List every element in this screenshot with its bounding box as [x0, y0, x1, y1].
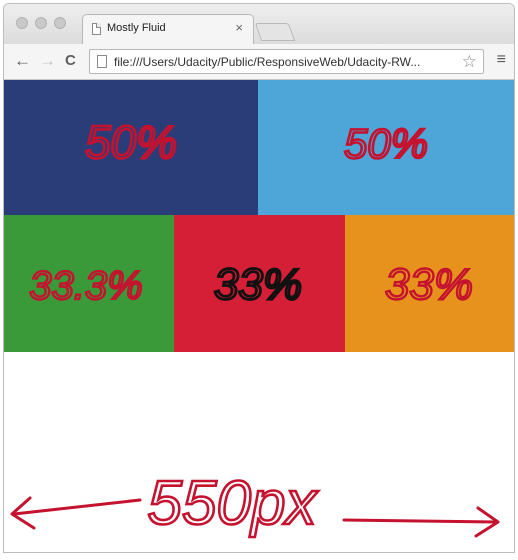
- annotation-text: 550px: [148, 469, 319, 538]
- page-icon: [97, 55, 107, 68]
- forward-arrow-icon[interactable]: →: [39, 51, 56, 71]
- handwritten-label: 33%: [384, 259, 474, 310]
- handwritten-label: 50%: [343, 119, 430, 169]
- width-annotation: 550px: [10, 468, 500, 539]
- page-icon: [92, 23, 101, 35]
- bookmark-star-icon[interactable]: ☆: [462, 52, 477, 72]
- box-33-left: 33.3%: [4, 215, 174, 352]
- box-33-right: 33%: [345, 215, 514, 352]
- right-arrow-shaft: [342, 518, 498, 524]
- toolbar: ← → C file:///Users/Udacity/Public/Respo…: [4, 44, 514, 80]
- handwritten-label: 33%: [213, 259, 304, 311]
- handwritten-label: 33.3%: [28, 263, 144, 309]
- box-label: 50%: [344, 120, 428, 167]
- title-bar: Mostly Fluid ×: [4, 4, 514, 44]
- back-arrow-icon[interactable]: ←: [14, 51, 31, 71]
- tab-title: Mostly Fluid: [107, 22, 166, 34]
- box-label: 33%: [214, 260, 302, 309]
- browser-tab[interactable]: Mostly Fluid ×: [82, 14, 254, 44]
- box-33-middle: 33%: [174, 215, 345, 352]
- menu-icon[interactable]: ≡: [497, 51, 506, 69]
- box-label: 33%: [385, 260, 473, 309]
- close-window-button[interactable]: [16, 17, 28, 29]
- url-text[interactable]: file:///Users/Udacity/Public/ResponsiveW…: [114, 55, 454, 69]
- new-tab-button[interactable]: [254, 23, 296, 41]
- tab-close-icon[interactable]: ×: [235, 20, 243, 35]
- box-label: 50%: [85, 116, 177, 168]
- box-50-right: 50%: [258, 80, 514, 215]
- box-label: 33.3%: [29, 264, 142, 308]
- zoom-window-button[interactable]: [54, 17, 66, 29]
- minimize-window-button[interactable]: [35, 17, 47, 29]
- left-arrow-shaft: [12, 498, 142, 516]
- box-50-left: 50%: [4, 80, 258, 215]
- reload-icon[interactable]: C: [65, 51, 76, 71]
- address-bar[interactable]: file:///Users/Udacity/Public/ResponsiveW…: [89, 49, 484, 74]
- handwritten-label: 50%: [84, 115, 179, 170]
